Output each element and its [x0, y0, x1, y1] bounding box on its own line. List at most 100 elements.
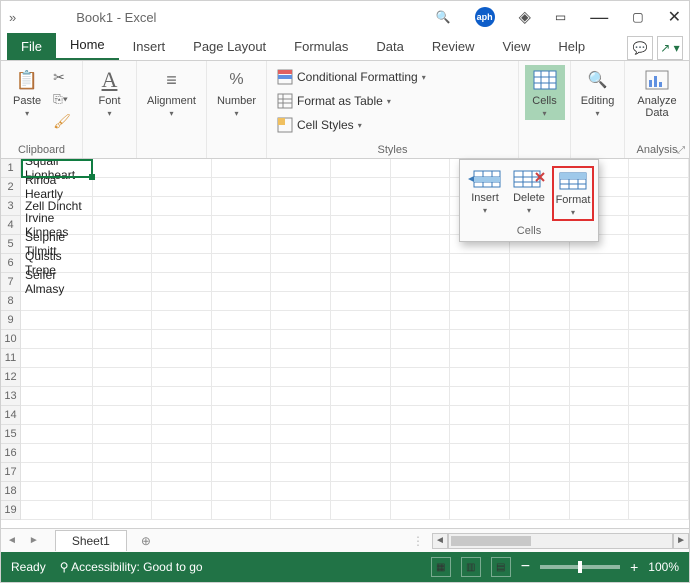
cell[interactable]	[570, 425, 630, 444]
cell-styles-button[interactable]: Cell Styles ▾	[273, 115, 366, 135]
row-header[interactable]: 3	[1, 197, 21, 216]
cell[interactable]	[629, 330, 689, 349]
cell[interactable]	[271, 349, 331, 368]
cell[interactable]	[450, 292, 510, 311]
cell[interactable]	[510, 254, 570, 273]
cell[interactable]	[152, 178, 212, 197]
cell[interactable]	[450, 330, 510, 349]
cell[interactable]: Seifer Almasy	[21, 273, 93, 292]
delete-cells-button[interactable]: Delete ▾	[508, 166, 550, 221]
row-header[interactable]: 5	[1, 235, 21, 254]
cell[interactable]	[331, 216, 391, 235]
sheet-nav-prev[interactable]: ◄	[1, 535, 23, 546]
cell[interactable]	[629, 197, 689, 216]
cell[interactable]	[331, 330, 391, 349]
cell[interactable]	[271, 216, 331, 235]
cell[interactable]	[331, 387, 391, 406]
cell[interactable]	[510, 387, 570, 406]
premium-icon[interactable]: ◈	[519, 7, 531, 27]
cell[interactable]	[271, 273, 331, 292]
cell[interactable]	[271, 311, 331, 330]
cell[interactable]	[152, 463, 212, 482]
row-header[interactable]: 19	[1, 501, 21, 520]
cell[interactable]	[450, 482, 510, 501]
cell[interactable]	[391, 501, 451, 520]
hscroll-left[interactable]: ◄	[432, 533, 448, 549]
cell[interactable]	[93, 159, 153, 178]
cell[interactable]	[510, 444, 570, 463]
qat-overflow-icon[interactable]: »	[9, 10, 16, 25]
cell[interactable]	[510, 273, 570, 292]
cell[interactable]	[450, 387, 510, 406]
row-header[interactable]: 7	[1, 273, 21, 292]
cell[interactable]	[450, 273, 510, 292]
cell[interactable]	[212, 349, 272, 368]
cell[interactable]	[212, 406, 272, 425]
cell[interactable]	[331, 311, 391, 330]
tab-home[interactable]: Home	[56, 31, 119, 60]
cell[interactable]	[212, 444, 272, 463]
font-button[interactable]: A Font ▾	[90, 65, 130, 120]
account-icon[interactable]: aph	[475, 7, 495, 27]
cell[interactable]	[152, 349, 212, 368]
cell[interactable]	[629, 273, 689, 292]
view-page-layout-button[interactable]: ▥	[461, 557, 481, 577]
cell[interactable]	[570, 292, 630, 311]
cell[interactable]	[331, 159, 391, 178]
cell[interactable]	[629, 292, 689, 311]
cell[interactable]	[21, 482, 93, 501]
cell[interactable]	[570, 387, 630, 406]
cell[interactable]	[629, 444, 689, 463]
cell[interactable]	[629, 311, 689, 330]
cell[interactable]	[391, 216, 451, 235]
cell[interactable]	[570, 501, 630, 520]
cell[interactable]	[152, 425, 212, 444]
cell[interactable]	[93, 425, 153, 444]
cell[interactable]	[212, 311, 272, 330]
cell[interactable]	[510, 463, 570, 482]
cell[interactable]	[152, 406, 212, 425]
format-as-table-button[interactable]: Format as Table ▾	[273, 91, 395, 111]
cell[interactable]: Rinoa Heartly	[21, 178, 93, 197]
maximize-icon[interactable]: ▢	[632, 10, 643, 24]
cell[interactable]	[271, 387, 331, 406]
cell[interactable]	[93, 482, 153, 501]
cell[interactable]	[570, 273, 630, 292]
sheetbar-grip[interactable]: ⋮	[412, 534, 424, 548]
cell[interactable]	[629, 368, 689, 387]
cell[interactable]	[271, 330, 331, 349]
search-icon[interactable]: 🔍	[436, 10, 451, 24]
row-header[interactable]: 2	[1, 178, 21, 197]
cell[interactable]	[21, 330, 93, 349]
cell[interactable]	[271, 482, 331, 501]
cell[interactable]	[212, 425, 272, 444]
cell[interactable]	[629, 235, 689, 254]
cell[interactable]	[510, 368, 570, 387]
cell[interactable]	[629, 387, 689, 406]
cell[interactable]	[570, 254, 630, 273]
alignment-button[interactable]: ≡ Alignment ▾	[143, 65, 200, 120]
cell[interactable]	[93, 501, 153, 520]
view-page-break-button[interactable]: ▤	[491, 557, 511, 577]
cell[interactable]	[93, 178, 153, 197]
row-header[interactable]: 11	[1, 349, 21, 368]
cell[interactable]	[93, 197, 153, 216]
cell[interactable]	[331, 482, 391, 501]
cell[interactable]	[510, 482, 570, 501]
cell[interactable]	[450, 444, 510, 463]
cell[interactable]	[271, 235, 331, 254]
cell[interactable]	[212, 235, 272, 254]
row-header[interactable]: 17	[1, 463, 21, 482]
cell[interactable]	[271, 178, 331, 197]
cell[interactable]	[93, 463, 153, 482]
row-header[interactable]: 6	[1, 254, 21, 273]
cell[interactable]	[629, 178, 689, 197]
cell[interactable]	[21, 311, 93, 330]
cell[interactable]	[570, 444, 630, 463]
cell[interactable]	[510, 349, 570, 368]
cell[interactable]	[391, 349, 451, 368]
view-normal-button[interactable]: ▦	[431, 557, 451, 577]
cell[interactable]	[271, 159, 331, 178]
cell[interactable]	[391, 311, 451, 330]
cell[interactable]	[391, 292, 451, 311]
